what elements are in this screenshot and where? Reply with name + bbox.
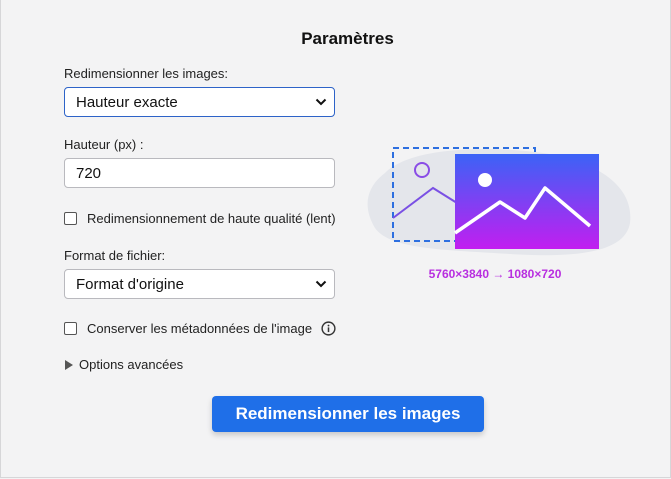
quality-checkbox-label: Redimensionnement de haute qualité (lent… [87, 211, 336, 226]
height-input-value: 720 [76, 164, 102, 182]
advanced-options-toggle[interactable]: Options avancées [65, 357, 183, 372]
metadata-checkbox-row[interactable]: Conserver les métadonnées de l'image [64, 321, 336, 336]
quality-checkbox-row[interactable]: Redimensionnement de haute qualité (lent… [64, 211, 336, 226]
page-title: Paramètres [301, 29, 394, 48]
metadata-checkbox-label: Conserver les métadonnées de l'image [87, 321, 313, 336]
advanced-options-label: Options avancées [79, 357, 184, 372]
metadata-checkbox[interactable] [64, 322, 77, 335]
quality-checkbox[interactable] [64, 212, 77, 225]
format-select[interactable]: Format d'origine [64, 269, 335, 299]
resize-mode-value: Hauteur exacte [76, 93, 178, 111]
info-icon[interactable] [321, 321, 336, 336]
chevron-down-icon [315, 280, 327, 288]
format-value: Format d'origine [76, 275, 184, 293]
image-icon [367, 147, 631, 256]
resize-images-button[interactable]: Redimensionner les images [212, 396, 484, 432]
format-label: Format de fichier: [64, 248, 166, 263]
resize-mode-select[interactable]: Hauteur exacte [64, 87, 335, 117]
resize-label: Redimensionner les images: [64, 66, 229, 81]
height-input[interactable]: 720 [64, 158, 335, 188]
dimensions-caption: 5760×3840 → 1080×720 [428, 267, 562, 281]
triangle-right-icon [65, 359, 73, 370]
chevron-down-icon [315, 98, 327, 106]
height-label: Hauteur (px) : [64, 137, 144, 152]
